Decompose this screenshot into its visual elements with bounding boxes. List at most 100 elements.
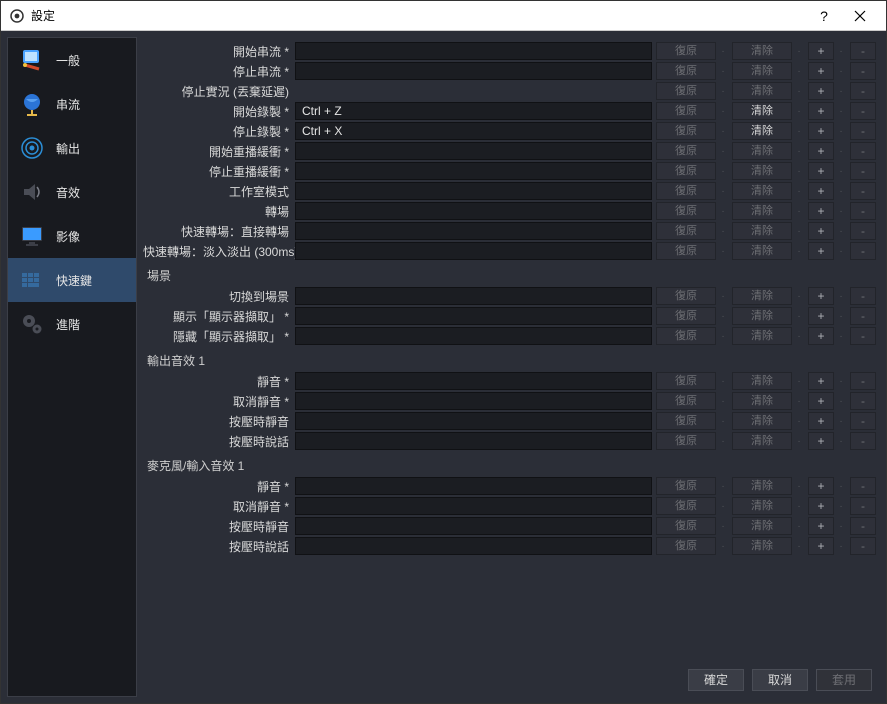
remove-button[interactable]: - xyxy=(850,477,876,495)
add-button[interactable]: + xyxy=(808,242,834,260)
remove-button[interactable]: - xyxy=(850,182,876,200)
add-button[interactable]: + xyxy=(808,392,834,410)
hotkey-input[interactable] xyxy=(295,102,652,120)
add-button[interactable]: + xyxy=(808,142,834,160)
clear-button[interactable]: 清除 xyxy=(732,412,792,430)
undo-button[interactable]: 復原 xyxy=(656,327,716,345)
undo-button[interactable]: 復原 xyxy=(656,42,716,60)
hotkey-input[interactable] xyxy=(295,162,652,180)
undo-button[interactable]: 復原 xyxy=(656,537,716,555)
undo-button[interactable]: 復原 xyxy=(656,392,716,410)
hotkey-input[interactable] xyxy=(295,222,652,240)
undo-button[interactable]: 復原 xyxy=(656,182,716,200)
undo-button[interactable]: 復原 xyxy=(656,122,716,140)
sidebar-item-video[interactable]: 影像 xyxy=(8,214,136,258)
add-button[interactable]: + xyxy=(808,102,834,120)
remove-button[interactable]: - xyxy=(850,142,876,160)
remove-button[interactable]: - xyxy=(850,122,876,140)
hotkey-input[interactable] xyxy=(295,182,652,200)
clear-button[interactable]: 清除 xyxy=(732,327,792,345)
add-button[interactable]: + xyxy=(808,62,834,80)
hotkeys-scroll[interactable]: 開始串流 *復原·清除·+·-停止串流 *復原·清除·+·-停止實況 (丟棄延遲… xyxy=(143,37,880,663)
remove-button[interactable]: - xyxy=(850,307,876,325)
undo-button[interactable]: 復原 xyxy=(656,82,716,100)
hotkey-input[interactable] xyxy=(295,372,652,390)
undo-button[interactable]: 復原 xyxy=(656,412,716,430)
clear-button[interactable]: 清除 xyxy=(732,162,792,180)
undo-button[interactable]: 復原 xyxy=(656,517,716,535)
remove-button[interactable]: - xyxy=(850,82,876,100)
remove-button[interactable]: - xyxy=(850,102,876,120)
hotkey-input[interactable] xyxy=(295,122,652,140)
sidebar-item-general[interactable]: 一般 xyxy=(8,38,136,82)
clear-button[interactable]: 清除 xyxy=(732,42,792,60)
remove-button[interactable]: - xyxy=(850,222,876,240)
undo-button[interactable]: 復原 xyxy=(656,142,716,160)
clear-button[interactable]: 清除 xyxy=(732,517,792,535)
add-button[interactable]: + xyxy=(808,82,834,100)
add-button[interactable]: + xyxy=(808,412,834,430)
clear-button[interactable]: 清除 xyxy=(732,182,792,200)
clear-button[interactable]: 清除 xyxy=(732,62,792,80)
clear-button[interactable]: 清除 xyxy=(732,82,792,100)
add-button[interactable]: + xyxy=(808,202,834,220)
undo-button[interactable]: 復原 xyxy=(656,162,716,180)
ok-button[interactable]: 確定 xyxy=(688,669,744,691)
undo-button[interactable]: 復原 xyxy=(656,477,716,495)
add-button[interactable]: + xyxy=(808,477,834,495)
hotkey-input[interactable] xyxy=(295,497,652,515)
remove-button[interactable]: - xyxy=(850,162,876,180)
clear-button[interactable]: 清除 xyxy=(732,142,792,160)
hotkey-input[interactable] xyxy=(295,62,652,80)
hotkey-input[interactable] xyxy=(295,327,652,345)
hotkey-input[interactable] xyxy=(295,537,652,555)
clear-button[interactable]: 清除 xyxy=(732,122,792,140)
sidebar-item-advanced[interactable]: 進階 xyxy=(8,302,136,346)
hotkey-input[interactable] xyxy=(295,412,652,430)
remove-button[interactable]: - xyxy=(850,287,876,305)
add-button[interactable]: + xyxy=(808,287,834,305)
undo-button[interactable]: 復原 xyxy=(656,102,716,120)
remove-button[interactable]: - xyxy=(850,497,876,515)
remove-button[interactable]: - xyxy=(850,517,876,535)
add-button[interactable]: + xyxy=(808,162,834,180)
cancel-button[interactable]: 取消 xyxy=(752,669,808,691)
add-button[interactable]: + xyxy=(808,327,834,345)
clear-button[interactable]: 清除 xyxy=(732,537,792,555)
clear-button[interactable]: 清除 xyxy=(732,307,792,325)
hotkey-input[interactable] xyxy=(295,202,652,220)
add-button[interactable]: + xyxy=(808,497,834,515)
sidebar-item-hotkeys[interactable]: 快速鍵 xyxy=(8,258,136,302)
hotkey-input[interactable] xyxy=(295,517,652,535)
add-button[interactable]: + xyxy=(808,372,834,390)
hotkey-input[interactable] xyxy=(295,287,652,305)
undo-button[interactable]: 復原 xyxy=(656,307,716,325)
clear-button[interactable]: 清除 xyxy=(732,432,792,450)
remove-button[interactable]: - xyxy=(850,432,876,450)
remove-button[interactable]: - xyxy=(850,412,876,430)
undo-button[interactable]: 復原 xyxy=(656,287,716,305)
remove-button[interactable]: - xyxy=(850,392,876,410)
hotkey-input[interactable] xyxy=(295,432,652,450)
remove-button[interactable]: - xyxy=(850,242,876,260)
remove-button[interactable]: - xyxy=(850,327,876,345)
clear-button[interactable]: 清除 xyxy=(732,392,792,410)
add-button[interactable]: + xyxy=(808,42,834,60)
remove-button[interactable]: - xyxy=(850,62,876,80)
close-button[interactable] xyxy=(842,2,878,30)
hotkey-input[interactable] xyxy=(295,242,652,260)
add-button[interactable]: + xyxy=(808,307,834,325)
hotkey-input[interactable] xyxy=(295,477,652,495)
add-button[interactable]: + xyxy=(808,222,834,240)
clear-button[interactable]: 清除 xyxy=(732,287,792,305)
clear-button[interactable]: 清除 xyxy=(732,372,792,390)
remove-button[interactable]: - xyxy=(850,537,876,555)
undo-button[interactable]: 復原 xyxy=(656,242,716,260)
clear-button[interactable]: 清除 xyxy=(732,102,792,120)
hotkey-input[interactable] xyxy=(295,307,652,325)
clear-button[interactable]: 清除 xyxy=(732,202,792,220)
add-button[interactable]: + xyxy=(808,182,834,200)
add-button[interactable]: + xyxy=(808,432,834,450)
help-button[interactable]: ? xyxy=(806,2,842,30)
clear-button[interactable]: 清除 xyxy=(732,222,792,240)
